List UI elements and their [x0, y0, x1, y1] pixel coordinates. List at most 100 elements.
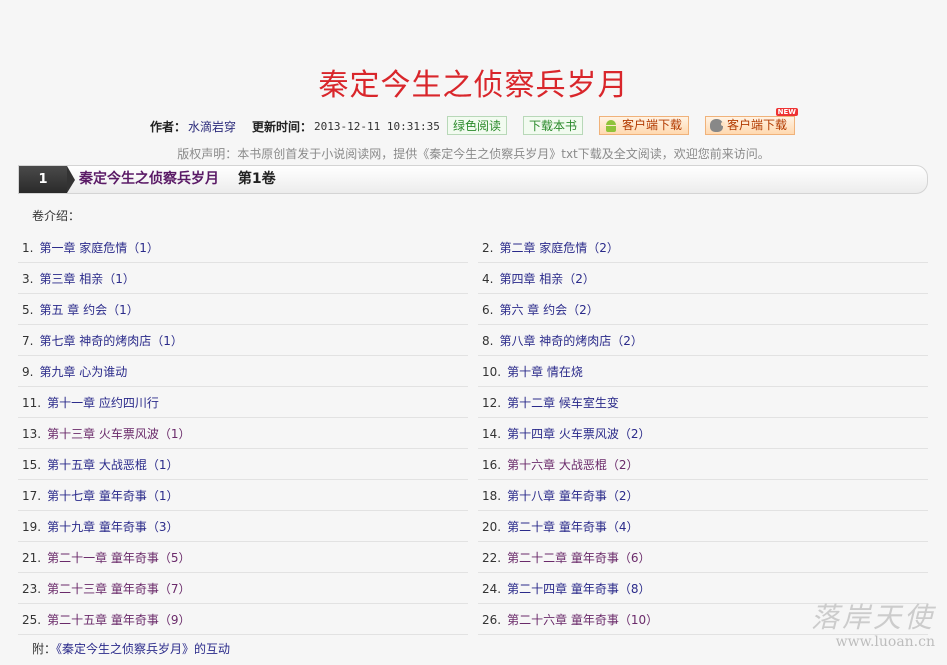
list-item: 19. 第十九章 童年奇事（3）	[18, 512, 468, 542]
chapter-link[interactable]: 第四章 相亲（2）	[499, 272, 594, 286]
chapter-number: 17.	[22, 489, 42, 503]
download-book-button[interactable]: 下载本书	[523, 116, 583, 135]
new-badge: NEW	[775, 108, 798, 116]
interaction-link[interactable]: 《秦定今生之侦察兵岁月》的互动	[56, 642, 230, 656]
list-item: 18. 第十八章 童年奇事（2）	[478, 481, 928, 511]
chapter-number: 21.	[22, 551, 42, 565]
chapter-link[interactable]: 第十九章 童年奇事（3）	[47, 520, 178, 534]
chapter-link[interactable]: 第二十六章 童年奇事（10）	[507, 613, 658, 627]
chapter-number: 5.	[22, 303, 34, 317]
list-item: 17. 第十七章 童年奇事（1）	[18, 481, 468, 511]
chapter-link[interactable]: 第十七章 童年奇事（1）	[47, 489, 178, 503]
chapter-link[interactable]: 第十一章 应约四川行	[47, 396, 159, 410]
list-item: 21. 第二十一章 童年奇事（5）	[18, 543, 468, 573]
list-item: 16. 第十六章 大战恶棍（2）	[478, 450, 928, 480]
chapter-number: 16.	[482, 458, 502, 472]
list-item: 1. 第一章 家庭危情（1）	[18, 233, 468, 263]
list-item: 10. 第十章 情在烧	[478, 357, 928, 387]
apple-client-download-button[interactable]: 客户端下载 NEW	[705, 108, 798, 135]
page-title: 秦定今生之侦察兵岁月	[318, 68, 629, 103]
update-time-value: 2013-12-11 10:31:35	[314, 119, 440, 133]
chapter-link[interactable]: 第二章 家庭危情（2）	[499, 241, 618, 255]
android-client-label: 客户端下载	[622, 118, 683, 132]
update-time-label: 更新时间：	[252, 119, 313, 134]
chapter-link[interactable]: 第二十二章 童年奇事（6）	[507, 551, 650, 565]
list-item: 13. 第十三章 火车票风波（1）	[18, 419, 468, 449]
list-item: 25. 第二十五章 童年奇事（9）	[18, 605, 468, 635]
chapter-link[interactable]: 第七章 神奇的烤肉店（1）	[39, 334, 182, 348]
footer-prefix: 附：	[32, 642, 57, 656]
chapter-number: 4.	[482, 272, 494, 286]
list-item: 8. 第八章 神奇的烤肉店（2）	[478, 326, 928, 356]
chapter-number: 15.	[22, 458, 42, 472]
chapter-link[interactable]: 第十三章 火车票风波（1）	[47, 427, 190, 441]
list-item: 20. 第二十章 童年奇事（4）	[478, 512, 928, 542]
apple-client-label: 客户端下载	[727, 118, 788, 132]
volume-intro-label: 卷介绍：	[32, 209, 81, 223]
chapter-list-page: 秦定今生之侦察兵岁月 作者： 水滴岩穿 更新时间： 2013-12-11 10:…	[0, 0, 947, 665]
chapter-link[interactable]: 第十六章 大战恶棍（2）	[507, 458, 638, 472]
chapter-link[interactable]: 第十四章 火车票风波（2）	[507, 427, 650, 441]
chapter-number: 19.	[22, 520, 42, 534]
chapter-number: 24.	[482, 582, 502, 596]
chapter-number: 8.	[482, 334, 494, 348]
volume-name: 秦定今生之侦察兵岁月	[79, 171, 219, 187]
list-item: 3. 第三章 相亲（1）	[18, 264, 468, 294]
chapter-number: 3.	[22, 272, 34, 286]
chapter-number: 6.	[482, 303, 494, 317]
green-read-button[interactable]: 绿色阅读	[447, 116, 507, 135]
chapter-number: 12.	[482, 396, 502, 410]
chapter-number: 18.	[482, 489, 502, 503]
list-item: 7. 第七章 神奇的烤肉店（1）	[18, 326, 468, 356]
chapter-link[interactable]: 第八章 神奇的烤肉店（2）	[499, 334, 642, 348]
chapter-number: 10.	[482, 365, 502, 379]
list-item: 5. 第五 章 约会（1）	[18, 295, 468, 325]
chapter-link[interactable]: 第十八章 童年奇事（2）	[507, 489, 638, 503]
chapter-number: 1.	[22, 241, 34, 255]
chapter-number: 23.	[22, 582, 42, 596]
list-item: 14. 第十四章 火车票风波（2）	[478, 419, 928, 449]
list-item: 22. 第二十二章 童年奇事（6）	[478, 543, 928, 573]
chapter-link[interactable]: 第六 章 约会（2）	[499, 303, 598, 317]
chapter-link[interactable]: 第三章 相亲（1）	[39, 272, 134, 286]
list-item: 12. 第十二章 候车室生变	[478, 388, 928, 418]
author-link[interactable]: 水滴岩穿	[188, 118, 236, 135]
chapter-link[interactable]: 第二十三章 童年奇事（7）	[47, 582, 190, 596]
android-icon	[604, 119, 618, 132]
chapter-link[interactable]: 第十章 情在烧	[507, 365, 583, 379]
apple-icon	[710, 119, 725, 132]
chapter-number: 9.	[22, 365, 34, 379]
chapter-number: 26.	[482, 613, 502, 627]
chapter-link[interactable]: 第十二章 候车室生变	[507, 396, 619, 410]
chapter-link[interactable]: 第九章 心为谁动	[39, 365, 127, 379]
volume-sub: 第1卷	[237, 171, 276, 187]
android-client-download-button[interactable]: 客户端下载	[599, 116, 689, 135]
volume-title: 秦定今生之侦察兵岁月 第1卷	[79, 166, 276, 193]
chapter-number: 7.	[22, 334, 34, 348]
chapter-number: 22.	[482, 551, 502, 565]
list-item: 15. 第十五章 大战恶棍（1）	[18, 450, 468, 480]
chapter-link[interactable]: 第二十四章 童年奇事（8）	[507, 582, 650, 596]
chapter-number: 2.	[482, 241, 494, 255]
chapter-link[interactable]: 第二十一章 童年奇事（5）	[47, 551, 190, 565]
list-item: 11. 第十一章 应约四川行	[18, 388, 468, 418]
book-meta: 作者： 水滴岩穿 更新时间： 2013-12-11 10:31:35	[150, 116, 440, 136]
chapter-link[interactable]: 第二十章 童年奇事（4）	[507, 520, 638, 534]
copyright-notice: 版权声明：本书原创首发于小说阅读网，提供《秦定今生之侦察兵岁月》txt下载及全文…	[177, 147, 770, 161]
chapter-link[interactable]: 第一章 家庭危情（1）	[39, 241, 158, 255]
list-item: 9. 第九章 心为谁动	[18, 357, 468, 387]
chapter-link[interactable]: 第二十五章 童年奇事（9）	[47, 613, 190, 627]
watermark-url: www.luoan.cn	[835, 634, 935, 650]
site-watermark: 落岸天使 www.luoan.cn	[811, 596, 935, 650]
author-label: 作者：	[150, 119, 187, 134]
volume-header: 1 秦定今生之侦察兵岁月 第1卷	[18, 165, 928, 194]
list-item: 23. 第二十三章 童年奇事（7）	[18, 574, 468, 604]
chapter-link[interactable]: 第十五章 大战恶棍（1）	[47, 458, 178, 472]
list-item: 6. 第六 章 约会（2）	[478, 295, 928, 325]
chapter-number: 20.	[482, 520, 502, 534]
volume-number: 1	[19, 166, 75, 193]
chapter-link[interactable]: 第五 章 约会（1）	[39, 303, 138, 317]
list-item: 2. 第二章 家庭危情（2）	[478, 233, 928, 263]
watermark-logo-text: 落岸天使	[810, 601, 935, 634]
chapter-number: 14.	[482, 427, 502, 441]
